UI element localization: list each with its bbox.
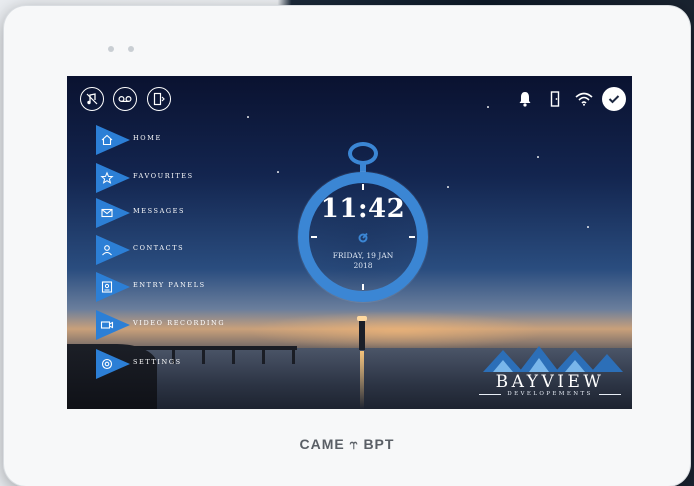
video-camera-icon: [100, 321, 114, 329]
entry-panel-icon: [101, 281, 113, 293]
menu-item-label: ENTRY PANELS: [133, 281, 206, 289]
home-icon: [101, 134, 113, 146]
clock-tick: [362, 284, 364, 290]
envelope-icon: [101, 208, 113, 218]
menu-item-label: SETTINGS: [133, 358, 182, 366]
device-brand-label: CAME ⥾ BPT: [299, 436, 395, 452]
lighthouse-light: [357, 316, 367, 321]
logo-name: BAYVIEW: [495, 372, 605, 392]
menu-item-label: HOME: [133, 134, 162, 142]
menu-item-label: MESSAGES: [133, 207, 186, 215]
bell-icon[interactable]: [513, 87, 537, 111]
voicemail-icon[interactable]: [113, 87, 137, 111]
menu-item-video-recording[interactable]: VIDEO RECORDING: [96, 310, 246, 340]
clock-date-day: FRIDAY, 19 JAN: [332, 251, 394, 260]
star-icon: [100, 171, 114, 184]
menu-item-entry-panels[interactable]: ENTRY PANELS: [96, 272, 246, 302]
stopwatch-crown: [348, 142, 378, 165]
logo-subtitle: DEVELOPEMENTS: [507, 391, 593, 397]
touch-screen: HOME FAVOURITES MESSAGES CONTACTS ENTRY …: [67, 76, 632, 409]
lighthouse: [359, 320, 365, 350]
clock-date: FRIDAY, 19 JAN 2018: [298, 251, 428, 271]
clock-tick: [409, 236, 415, 238]
music-mute-icon[interactable]: [80, 87, 104, 111]
menu-item-contacts[interactable]: CONTACTS: [96, 235, 246, 265]
timer-hand-icon: [358, 232, 368, 243]
menu-item-label: FAVOURITES: [133, 172, 194, 180]
menu-item-home[interactable]: HOME: [96, 125, 246, 155]
clock-tick: [311, 236, 317, 238]
gear-icon: [101, 358, 113, 370]
menu-item-messages[interactable]: MESSAGES: [96, 198, 246, 228]
door-open-icon[interactable]: [147, 87, 171, 111]
person-icon: [102, 245, 112, 256]
camera-dot-left: [108, 46, 114, 52]
check-icon[interactable]: [602, 87, 626, 111]
menu-item-favourites[interactable]: FAVOURITES: [96, 163, 246, 193]
door-status-icon: [543, 87, 567, 111]
wifi-icon: [572, 87, 596, 111]
menu-item-settings[interactable]: SETTINGS: [96, 349, 246, 379]
clock-date-year: 2018: [353, 261, 373, 270]
clock-time: 11:42: [320, 194, 406, 224]
menu-item-label: CONTACTS: [133, 244, 185, 252]
menu-item-label: VIDEO RECORDING: [133, 319, 226, 327]
clock-tick: [362, 184, 364, 190]
camera-dot-right: [128, 46, 134, 52]
light-reflection: [360, 351, 364, 409]
